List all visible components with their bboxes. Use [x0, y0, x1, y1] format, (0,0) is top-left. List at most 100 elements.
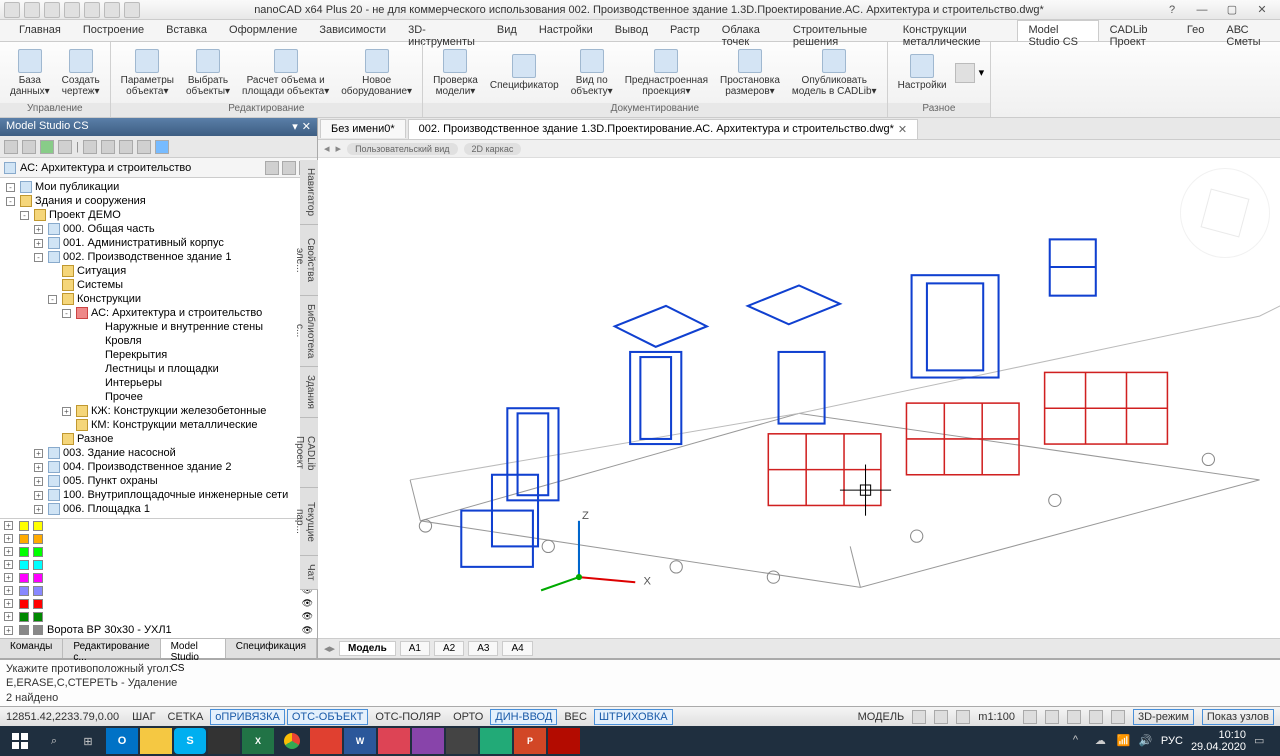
tree-item[interactable]: -Конструкции [2, 292, 315, 306]
layout-tab[interactable]: A3 [468, 641, 498, 656]
tree-item[interactable]: КМ: Конструкции металлические [2, 418, 315, 432]
tree-expander-icon[interactable]: + [34, 225, 43, 234]
vertical-tab[interactable]: Библиотека с... [300, 296, 318, 367]
zoom-in-icon[interactable] [1023, 710, 1037, 724]
tree-item[interactable]: +100. Внутриплощадочные инженерные сети [2, 488, 315, 502]
space-label[interactable]: МОДЕЛЬ [858, 711, 905, 723]
tb-icon[interactable] [4, 140, 18, 154]
tb-icon[interactable] [137, 140, 151, 154]
tree-item[interactable]: +КЖ: Конструкции железобетонные [2, 404, 315, 418]
ribbon-tab[interactable]: Вид [486, 20, 528, 41]
viewcube[interactable] [1180, 168, 1270, 258]
layer-expander-icon[interactable]: + [4, 534, 13, 543]
help-icon[interactable]: ? [1158, 2, 1186, 18]
tb-icon[interactable] [58, 140, 72, 154]
panel-tab[interactable]: Редактирование с... [63, 639, 160, 658]
tree-item[interactable]: -Проект ДЕМО [2, 208, 315, 222]
layout-tab[interactable]: Модель [339, 641, 396, 656]
task-view-icon[interactable]: ⊞ [72, 728, 104, 754]
app-icon[interactable] [378, 728, 410, 754]
ribbon-button[interactable]: Простановкаразмеров▾ [716, 47, 784, 99]
clock-time[interactable]: 10:10 [1191, 729, 1246, 741]
tree-expander-icon[interactable]: + [34, 505, 43, 514]
ribbon-button[interactable]: Вид пообъекту▾ [567, 47, 617, 99]
ribbon-button[interactable]: Расчет объема иплощади объекта▾ [238, 47, 333, 99]
ribbon-button[interactable]: Выбратьобъекты▾ [182, 47, 234, 99]
excel-icon[interactable]: X [242, 728, 274, 754]
command-line[interactable]: Укажите противоположный угол:E,ERASE,С,С… [0, 658, 1280, 706]
tree-expander-icon[interactable]: - [20, 211, 29, 220]
tree-expander-icon[interactable]: + [34, 449, 43, 458]
maximize-icon[interactable]: ▢ [1218, 2, 1246, 18]
ribbon-button[interactable]: Создатьчертеж▾ [58, 47, 104, 99]
layout-tab[interactable]: A4 [502, 641, 532, 656]
tree-expander-icon[interactable]: - [48, 295, 57, 304]
sb-icon[interactable] [956, 710, 970, 724]
app-icon[interactable] [310, 728, 342, 754]
tb-icon[interactable] [265, 161, 279, 175]
ribbon-tab[interactable]: CADLib Проект [1099, 20, 1176, 41]
redo-icon[interactable] [104, 2, 120, 18]
ribbon-button[interactable]: Базаданных▾ [6, 47, 54, 99]
acrobat-icon[interactable] [548, 728, 580, 754]
tree-item[interactable]: Прочее [2, 390, 315, 404]
outlook-icon[interactable]: O [106, 728, 138, 754]
layer-expander-icon[interactable]: + [4, 612, 13, 621]
layer-row[interactable]: +👁 [0, 584, 317, 597]
tree-expander-icon[interactable]: + [34, 491, 43, 500]
notifications-icon[interactable]: ▭ [1254, 734, 1268, 748]
tree-expander-icon[interactable]: + [62, 407, 71, 416]
layer-row[interactable]: +👁 [0, 532, 317, 545]
ribbon-button[interactable]: Параметрыобъекта▾ [117, 47, 178, 99]
status-toggle[interactable]: оПРИВЯЗКА [210, 709, 285, 725]
tree-item[interactable]: +003. Здание насосной [2, 446, 315, 460]
ribbon-small-button[interactable] [955, 63, 975, 83]
ribbon-dropdown-icon[interactable]: ▾ [979, 66, 985, 79]
view-chip[interactable]: Пользовательский вид [347, 143, 457, 155]
model-canvas[interactable]: X Z [318, 158, 1280, 638]
ribbon-tab[interactable]: Model Studio CS [1017, 20, 1098, 41]
scale-readout[interactable]: m1:100 [978, 711, 1015, 723]
sb-icon[interactable] [1111, 710, 1125, 724]
start-button[interactable] [4, 728, 36, 754]
tree-item[interactable]: +000. Общая часть [2, 222, 315, 236]
tree-item[interactable]: -002. Производственное здание 1 [2, 250, 315, 264]
ribbon-tab[interactable]: Растр [659, 20, 711, 41]
status-toggle[interactable]: ВЕС [559, 709, 592, 725]
vertical-tab[interactable]: Текущие пар... [300, 488, 318, 556]
zoom-out-icon[interactable] [1045, 710, 1059, 724]
ribbon-tab[interactable]: Конструкции металлические [892, 20, 1018, 41]
visibility-icon[interactable]: 👁 [302, 611, 313, 622]
visibility-icon[interactable]: 👁 [302, 625, 313, 636]
tree-expander-icon[interactable]: + [34, 477, 43, 486]
tree-item[interactable]: -Мои публикации [2, 180, 315, 194]
tree-item[interactable]: Интерьеры [2, 376, 315, 390]
tree-item[interactable]: Ситуация [2, 264, 315, 278]
ribbon-button[interactable]: Опубликоватьмодель в CADLib▾ [788, 47, 881, 99]
layer-expander-icon[interactable]: + [4, 599, 13, 608]
word-icon[interactable]: W [344, 728, 376, 754]
ribbon-button[interactable]: Проверкамодели▾ [429, 47, 482, 99]
ribbon-tab[interactable]: Построение [72, 20, 155, 41]
document-tab[interactable]: 002. Производственное здание 1.3D.Проект… [408, 119, 918, 139]
ribbon-tab[interactable]: Вставка [155, 20, 218, 41]
minimize-icon[interactable]: — [1188, 2, 1216, 18]
search-icon[interactable]: ⌕ [38, 728, 70, 754]
app-icon[interactable] [480, 728, 512, 754]
tree-item[interactable]: Лестницы и площадки [2, 362, 315, 376]
tb-icon[interactable] [101, 140, 115, 154]
ribbon-tab[interactable]: Настройки [528, 20, 604, 41]
ribbon-tab[interactable]: Строительные решения [782, 20, 892, 41]
canvas-nav-icon[interactable]: ◂ [324, 142, 330, 155]
vertical-tab[interactable]: CADLib Проект [300, 418, 318, 488]
layout-tab[interactable]: A2 [434, 641, 464, 656]
layer-expander-icon[interactable]: + [4, 521, 13, 530]
status-toggle[interactable]: ШТРИХОВКА [594, 709, 673, 725]
layer-row[interactable]: +👁 [0, 597, 317, 610]
layout-nav-icon[interactable]: ◂▸ [324, 642, 335, 655]
layer-row[interactable]: +👁 [0, 545, 317, 558]
layout-tab[interactable]: A1 [400, 641, 430, 656]
tree-item[interactable]: +006. Площадка 1 [2, 502, 315, 516]
close-icon[interactable]: ✕ [1248, 2, 1276, 18]
layer-expander-icon[interactable]: + [4, 547, 13, 556]
